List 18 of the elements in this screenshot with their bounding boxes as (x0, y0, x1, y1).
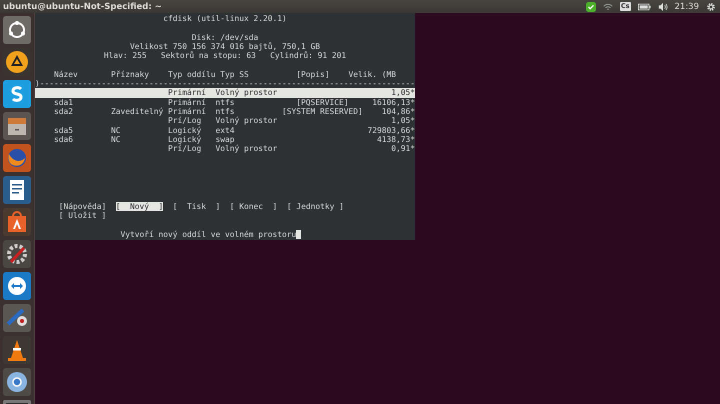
round-browser-icon[interactable] (3, 368, 31, 396)
clock[interactable]: 21:39 (674, 2, 699, 12)
wifi-icon[interactable] (602, 2, 613, 12)
browser-icon[interactable] (3, 144, 31, 172)
shopping-bag-icon[interactable] (3, 208, 31, 236)
drawer-icon[interactable] (3, 112, 31, 140)
circle-logo-icon[interactable] (3, 16, 31, 44)
volume-icon[interactable] (658, 2, 668, 12)
remote-control-icon[interactable] (3, 272, 31, 300)
window-title: ubuntu@ubuntu-Not-Specified: ~ (3, 2, 162, 12)
check-icon[interactable] (586, 2, 596, 12)
gear-wrench-icon[interactable] (3, 240, 31, 268)
gear-icon[interactable] (706, 2, 716, 12)
battery-icon[interactable] (638, 2, 650, 12)
text-cursor (296, 230, 302, 239)
traffic-cone-icon[interactable] (3, 336, 31, 364)
tools-icon[interactable] (3, 304, 31, 332)
document-icon[interactable] (3, 176, 31, 204)
